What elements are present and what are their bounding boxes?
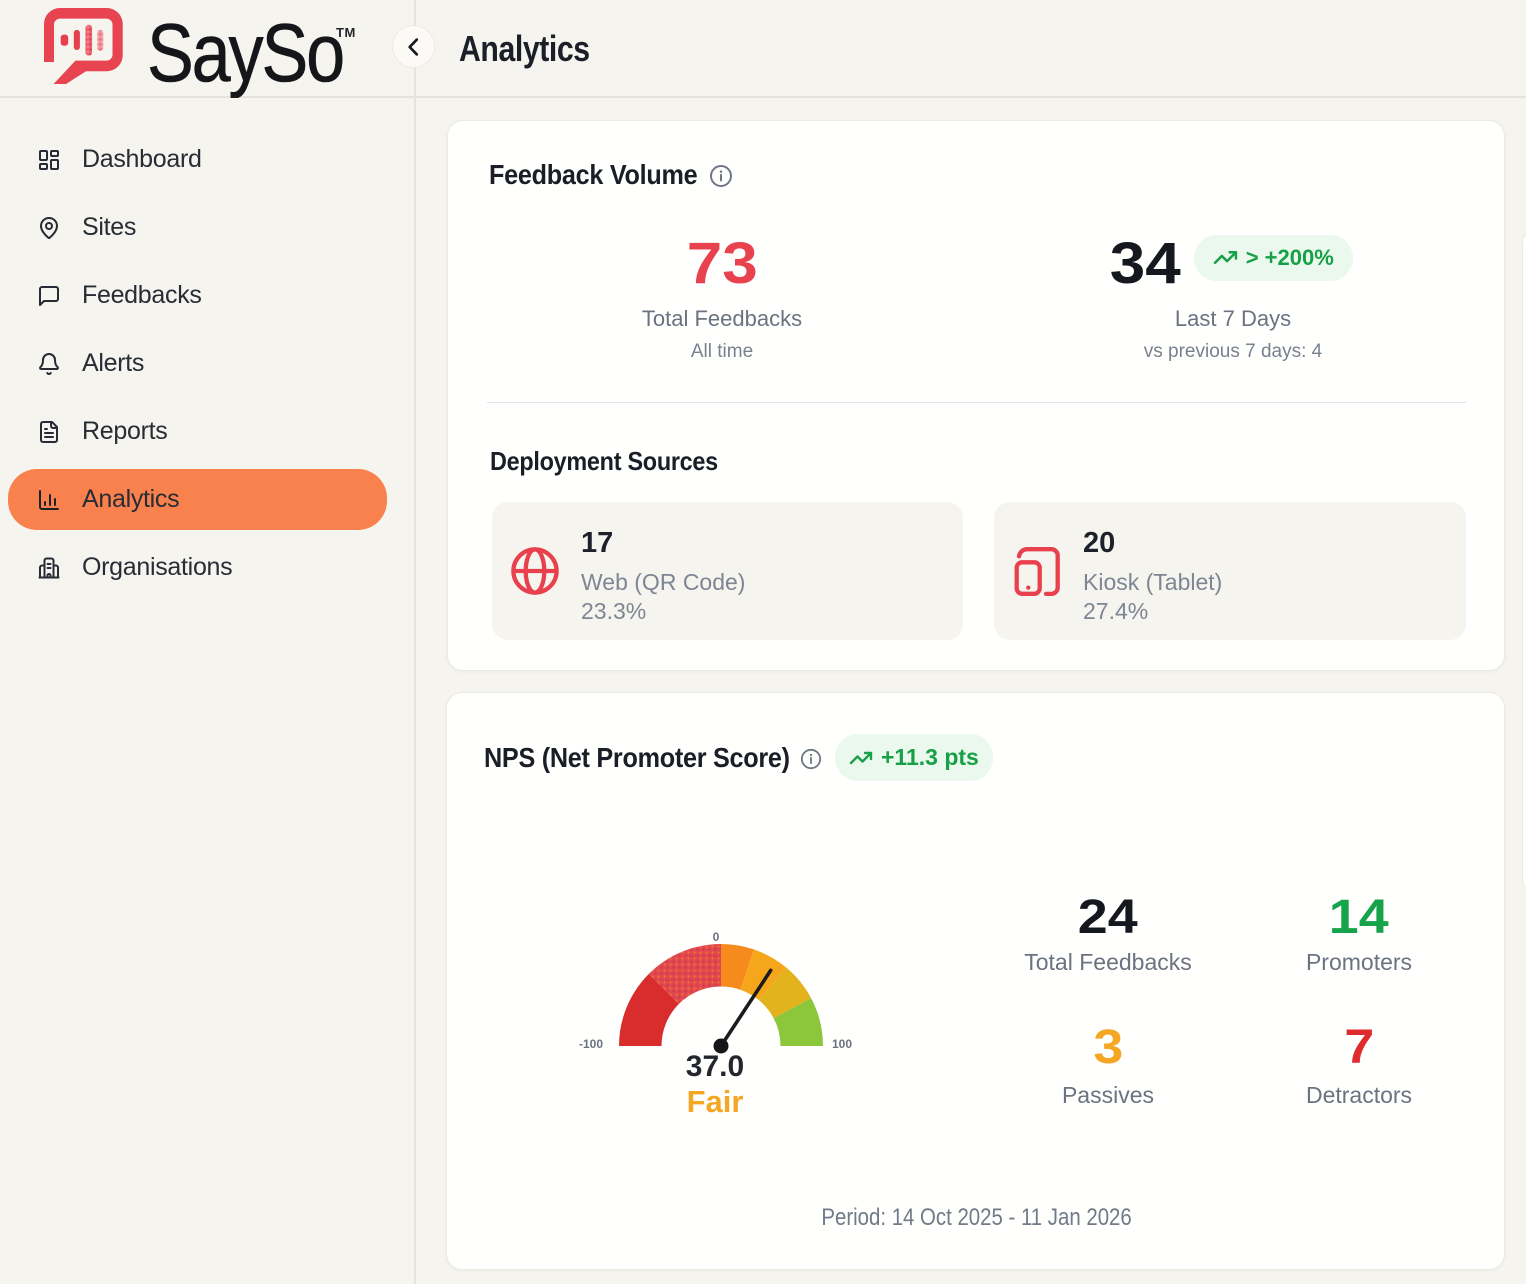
svg-text:-100: -100 [579, 1037, 603, 1051]
svg-text:100: 100 [832, 1037, 852, 1051]
svg-text:0: 0 [713, 930, 720, 944]
